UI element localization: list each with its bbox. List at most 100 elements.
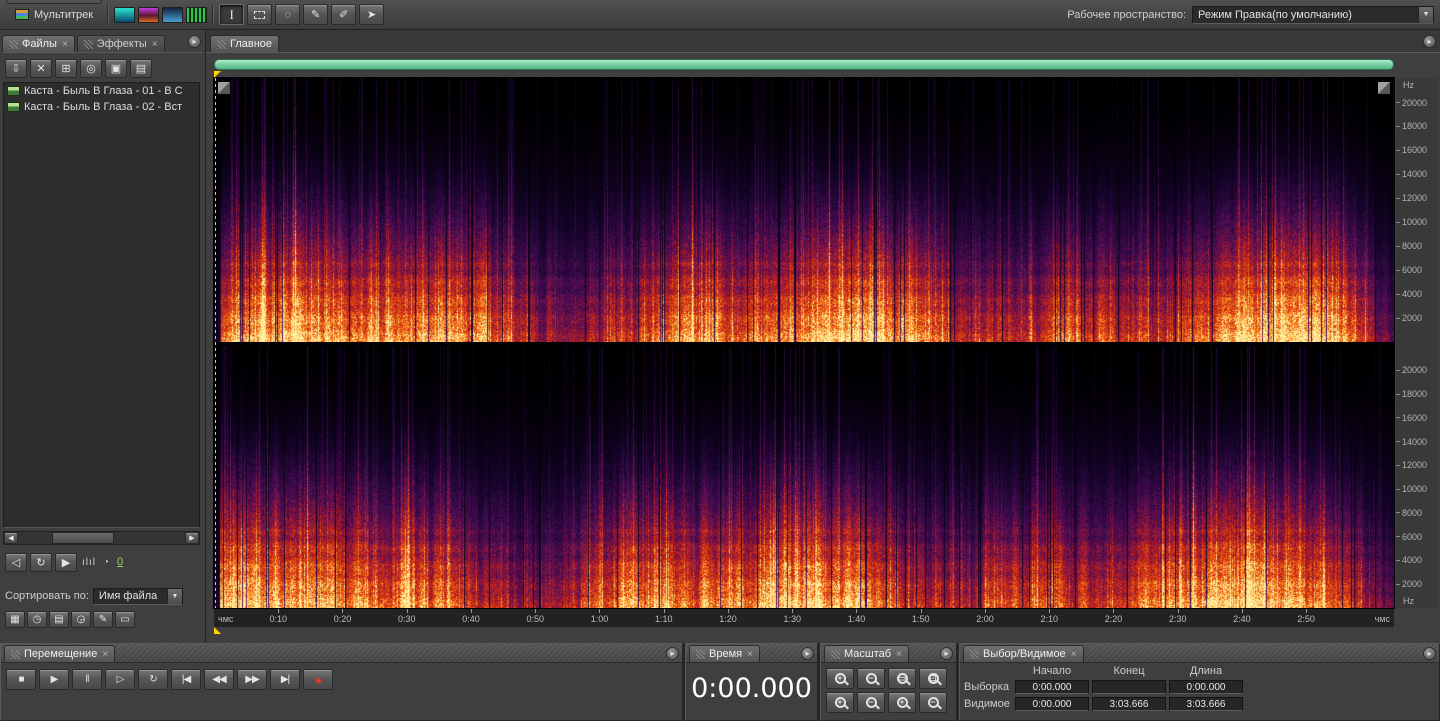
dropdown-arrow-icon[interactable]: ▼: [166, 588, 182, 604]
transport-panel-tab[interactable]: Перемещение ×: [4, 645, 116, 662]
scrollbar-thumb[interactable]: [52, 532, 114, 544]
spectral-phase-view-button[interactable]: [186, 6, 208, 23]
magnifier-icon: −: [865, 697, 877, 708]
selection-panel-tab[interactable]: Выбор/Видимое ×: [963, 645, 1084, 662]
transport-play-button[interactable]: ▶: [39, 669, 69, 690]
horizontal-zoom-scrollbar[interactable]: [214, 59, 1394, 70]
show-cd-list-button[interactable]: ▭: [115, 611, 135, 628]
lasso-selection-tool-button[interactable]: ◌: [275, 4, 301, 25]
file-item[interactable]: Каста - Быль В Глаза - 01 - В С: [4, 83, 199, 99]
transport-play-from-cursor-button[interactable]: ▷: [105, 669, 135, 690]
zoom-panel-tab[interactable]: Масштаб ×: [824, 645, 909, 662]
spectral-pan-view-button[interactable]: [162, 6, 184, 23]
time-selection-tool-button[interactable]: I: [219, 4, 245, 25]
transport-pause-button[interactable]: ‖: [72, 669, 102, 690]
freq-tick: 6000: [1396, 532, 1422, 542]
import-file-button[interactable]: ⇩: [5, 58, 27, 78]
workspace-tab-edit[interactable]: Правка: [6, 0, 103, 4]
freq-tick: 18000: [1396, 389, 1427, 399]
spectrogram-left-channel[interactable]: [214, 78, 1394, 342]
show-video-files-button[interactable]: ▤: [49, 611, 69, 628]
selection-value-cell[interactable]: 3:03.666: [1169, 697, 1243, 711]
files-panel-menu-button[interactable]: ▸: [188, 35, 201, 48]
insert-into-cd-list-button[interactable]: ◎: [80, 58, 102, 78]
transport-rewind-button[interactable]: ◀◀: [204, 669, 234, 690]
close-icon[interactable]: ×: [747, 649, 753, 660]
close-icon[interactable]: ×: [152, 39, 158, 50]
spectrogram-right-channel[interactable]: [214, 346, 1394, 608]
spectral-display[interactable]: [214, 78, 1394, 608]
playhead-bottom-marker[interactable]: [214, 627, 221, 634]
show-session-files-button[interactable]: ◶: [71, 611, 91, 628]
advanced-options-toggle-button[interactable]: ▤: [130, 58, 152, 78]
spectral-right-handle[interactable]: [1378, 82, 1390, 94]
selection-value-cell[interactable]: [1092, 680, 1166, 694]
transport-go-to-beginning-button[interactable]: |◀: [171, 669, 201, 690]
playhead-cursor[interactable]: [215, 78, 216, 608]
sort-dropdown[interactable]: Имя файла ▼: [92, 587, 183, 605]
insert-into-multitrack-button[interactable]: ⊞: [55, 58, 77, 78]
zoom-in-vertically-button[interactable]: +: [826, 692, 854, 713]
transport-play-looped-button[interactable]: ↻: [138, 669, 168, 690]
waveform-view-button[interactable]: [114, 6, 136, 23]
time-panel-tab[interactable]: Время ×: [689, 645, 760, 662]
main-panel-menu-button[interactable]: ▸: [1423, 34, 1436, 48]
spectral-left-handle[interactable]: [218, 82, 230, 94]
effects-paintbrush-tool-button[interactable]: ✎: [303, 4, 329, 25]
scroll-left-button[interactable]: ◀: [4, 532, 18, 544]
preview-volume-value[interactable]: 0: [117, 556, 123, 568]
dropdown-arrow-icon[interactable]: ▼: [1418, 6, 1433, 23]
zoom-out-vertically-button[interactable]: −: [857, 692, 885, 713]
show-markers-button[interactable]: ✎: [93, 611, 113, 628]
loop-play-toggle-button[interactable]: ↻: [30, 552, 52, 572]
zoom-in-button[interactable]: +: [826, 668, 854, 689]
zoom-out-horizontally-button[interactable]: −: [919, 692, 947, 713]
auto-play-toggle-button[interactable]: ◁: [5, 552, 27, 572]
tab-effects[interactable]: Эффекты ×: [76, 35, 165, 52]
file-item[interactable]: Каста - Быль В Глаза - 02 - Вст: [4, 99, 199, 115]
transport-fast-forward-button[interactable]: ▶▶: [237, 669, 267, 690]
zoom-in-horizontally-button[interactable]: +: [888, 692, 916, 713]
show-audio-files-button[interactable]: ▦: [5, 611, 25, 628]
close-icon[interactable]: ×: [102, 649, 108, 660]
volume-dial-icon[interactable]: ◔: [103, 557, 110, 568]
zoom-out-button[interactable]: −: [857, 668, 885, 689]
spectral-frequency-view-button[interactable]: [138, 6, 160, 23]
workspace-dropdown[interactable]: Режим Правка(по умолчанию) ▼: [1192, 5, 1434, 24]
zoom-panel-menu-button[interactable]: ▸: [940, 646, 953, 660]
tab-files[interactable]: Файлы ×: [2, 35, 75, 52]
close-file-button[interactable]: ✕: [30, 58, 52, 78]
play-file-button[interactable]: ▶: [55, 552, 77, 572]
zoom-full-button[interactable]: ⊡: [919, 668, 947, 689]
tab-grip: [9, 39, 18, 49]
timeline-ruler[interactable]: чмс чмс 0:10 0:20 0:30 0:40 0:50 1:00 1:10 1:20 1:…: [214, 608, 1394, 627]
frequency-ruler[interactable]: Hz 20000 18000 16000 14000 12000 10000 8000 6000…: [1396, 78, 1438, 608]
marquee-selection-tool-button[interactable]: [247, 4, 273, 25]
close-icon[interactable]: ×: [62, 39, 68, 50]
scrollbar-track[interactable]: [18, 532, 185, 544]
time-panel-menu-button[interactable]: ▸: [801, 646, 814, 660]
scrub-tool-button[interactable]: ➤: [359, 4, 385, 25]
show-loop-files-button[interactable]: ◷: [27, 611, 47, 628]
close-icon[interactable]: ×: [896, 649, 902, 660]
spot-healing-brush-tool-button[interactable]: ✐: [331, 4, 357, 25]
close-icon[interactable]: ×: [1071, 649, 1077, 660]
selection-value-cell[interactable]: 0:00.000: [1015, 697, 1089, 711]
tab-files-label: Файлы: [22, 38, 57, 50]
zoom-to-selection-button[interactable]: ▭: [888, 668, 916, 689]
workspace-tab-multitrack[interactable]: Мультитрек: [6, 4, 102, 26]
edit-file-button[interactable]: ▣: [105, 58, 127, 78]
file-list-horizontal-scrollbar[interactable]: ◀ ▶: [3, 531, 200, 545]
selection-value-cell[interactable]: 0:00.000: [1015, 680, 1089, 694]
transport-go-to-end-button[interactable]: ▶|: [270, 669, 300, 690]
scroll-right-button[interactable]: ▶: [185, 532, 199, 544]
transport-stop-button[interactable]: ■: [6, 669, 36, 690]
tab-main[interactable]: Главное: [210, 35, 280, 52]
selection-panel-menu-button[interactable]: ▸: [1423, 646, 1436, 660]
selection-value-cell[interactable]: 0:00.000: [1169, 680, 1243, 694]
transport-record-button[interactable]: ●: [303, 669, 333, 690]
playhead-top-marker[interactable]: [214, 71, 221, 78]
selection-value-cell[interactable]: 3:03.666: [1092, 697, 1166, 711]
transport-panel-menu-button[interactable]: ▸: [666, 646, 679, 660]
file-list[interactable]: Каста - Быль В Глаза - 01 - В С Каста - Б…: [3, 82, 200, 528]
